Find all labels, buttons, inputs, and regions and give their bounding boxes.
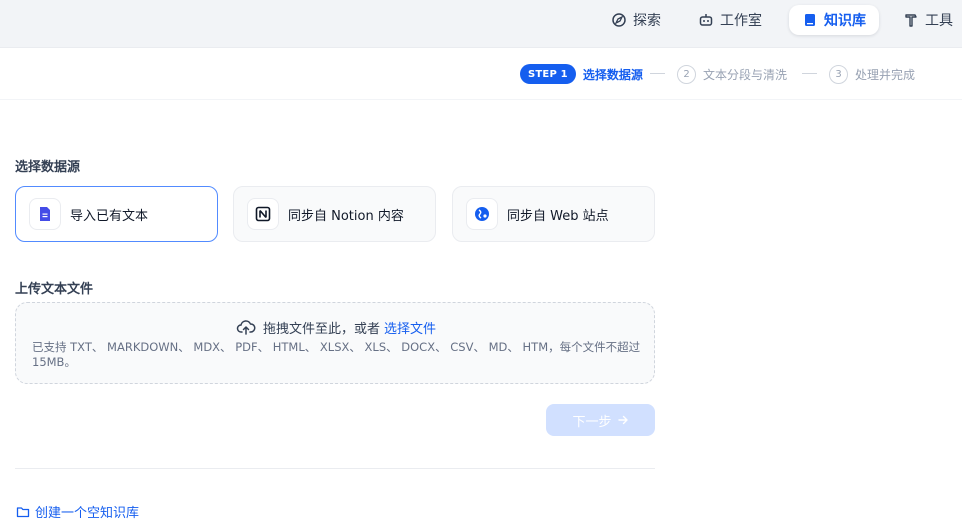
- top-nav: 探索 工作室 知识库 工具: [0, 0, 962, 48]
- step-3-number: 3: [829, 64, 848, 84]
- hammer-icon: [905, 14, 917, 27]
- compass-icon: [612, 13, 626, 27]
- next-step-button[interactable]: 下一步: [546, 404, 655, 436]
- datasource-title: 选择数据源: [15, 160, 81, 175]
- dropzone-drag-text: 拖拽文件至此，或者: [262, 321, 380, 337]
- select-file-link[interactable]: 选择文件: [384, 318, 436, 337]
- step-divider: [650, 73, 665, 74]
- step-divider: [802, 73, 817, 74]
- step-2: 2 文本分段与清洗: [677, 64, 787, 84]
- book-icon: [805, 14, 815, 26]
- web-globe-icon-wrap: [466, 198, 498, 230]
- web-globe-icon: [475, 207, 489, 221]
- create-empty-label: 创建一个空知识库: [35, 506, 140, 521]
- source-option-web[interactable]: 同步自 Web 站点: [452, 186, 655, 242]
- dropzone-hint: 已支持 TXT、 MARKDOWN、 MDX、 PDF、 HTML、 XLSX、…: [32, 340, 641, 369]
- steps-header: [0, 48, 962, 100]
- nav-item-label: 探索: [633, 13, 661, 29]
- source-option-label: 导入已有文本: [70, 208, 149, 224]
- robot-icon: [699, 14, 713, 26]
- create-empty-knowledge-link[interactable]: 创建一个空知识库: [16, 502, 139, 521]
- step-3-label: 处理并完成: [855, 67, 916, 82]
- dropzone-prompt: 拖拽文件至此，或者 选择文件: [16, 317, 656, 337]
- nav-item-label: 知识库: [824, 13, 866, 29]
- step-1-label: 选择数据源: [582, 67, 643, 82]
- upload-title: 上传文本文件: [15, 282, 94, 297]
- next-step-label: 下一步: [572, 414, 612, 430]
- nav-item-explore[interactable]: 探索: [598, 5, 674, 35]
- file-dropzone[interactable]: 拖拽文件至此，或者 选择文件 已支持 TXT、 MARKDOWN、 MDX、 PD…: [15, 302, 655, 384]
- source-option-import-text[interactable]: 导入已有文本: [15, 186, 218, 242]
- nav-item-label: 工作室: [720, 13, 762, 29]
- nav-item-studio[interactable]: 工作室: [685, 5, 775, 35]
- step-2-number: 2: [677, 64, 696, 84]
- step-2-label: 文本分段与清洗: [703, 67, 788, 82]
- file-text-icon-wrap: [29, 198, 61, 230]
- step-1: STEP 1 选择数据源: [520, 64, 643, 84]
- arrow-right-icon: [617, 415, 628, 425]
- step-3: 3 处理并完成: [829, 64, 915, 84]
- file-text-icon: [40, 207, 50, 221]
- divider: [15, 468, 655, 469]
- cloud-upload-icon: [236, 320, 256, 335]
- step-badge: STEP 1: [520, 64, 576, 84]
- nav-item-tools[interactable]: 工具: [890, 5, 962, 35]
- source-option-label: 同步自 Notion 内容: [288, 208, 404, 224]
- nav-item-knowledge[interactable]: 知识库: [789, 5, 879, 35]
- notion-icon-wrap: [247, 198, 279, 230]
- source-option-label: 同步自 Web 站点: [507, 208, 609, 224]
- folder-icon: [16, 506, 30, 517]
- source-option-notion[interactable]: 同步自 Notion 内容: [233, 186, 436, 242]
- nav-item-label: 工具: [925, 13, 953, 29]
- notion-icon: [255, 206, 271, 222]
